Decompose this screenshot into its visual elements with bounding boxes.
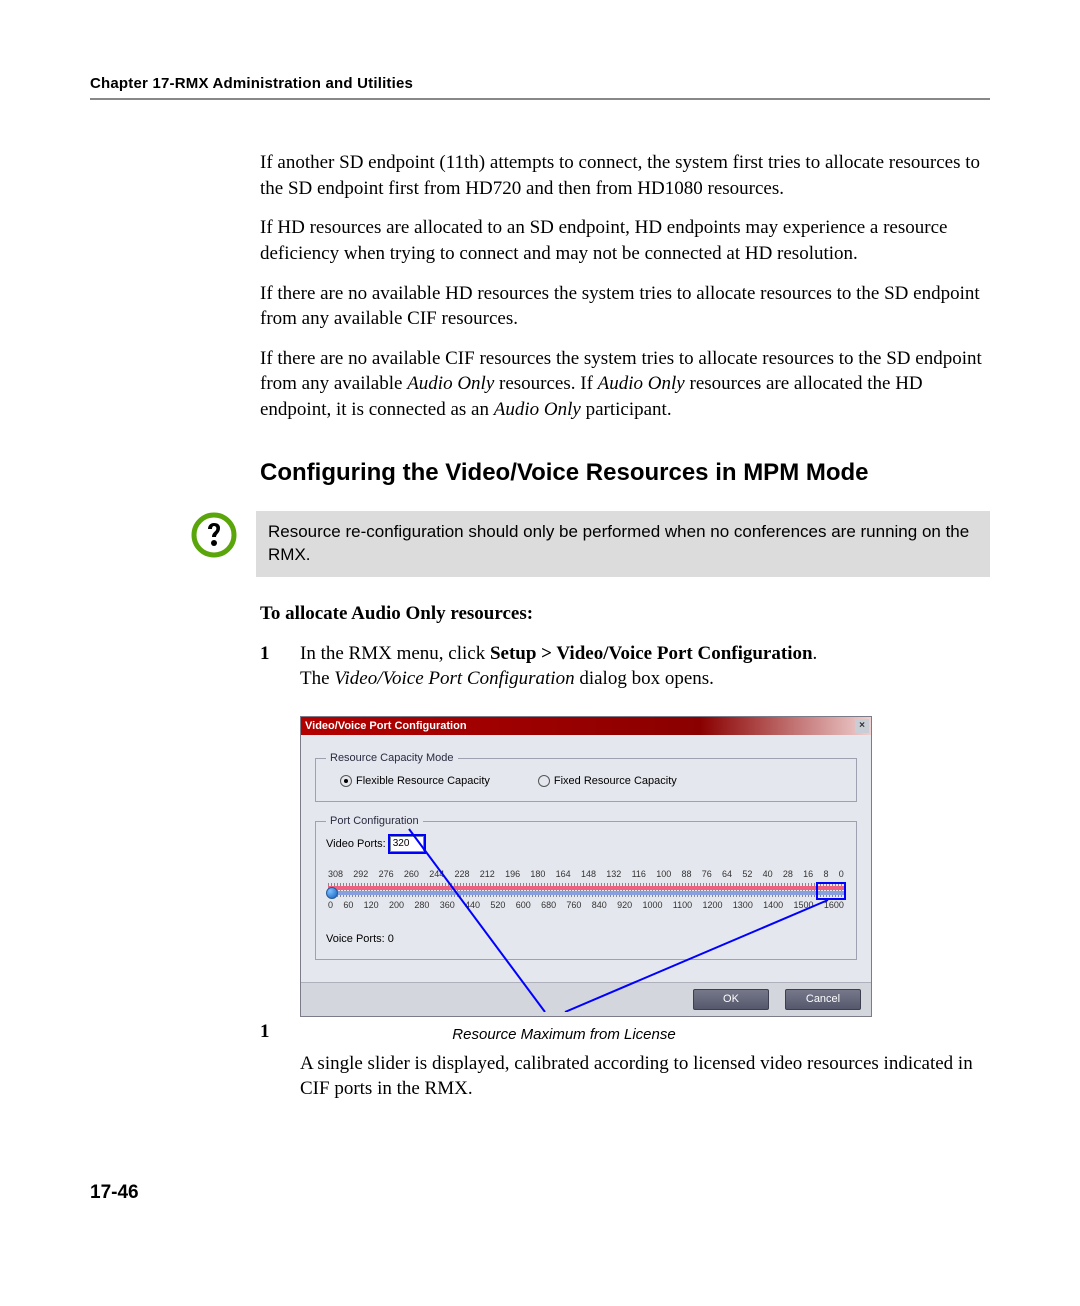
dialog-footer: OK Cancel: [301, 982, 871, 1016]
paragraph-2: If HD resources are allocated to an SD e…: [260, 215, 990, 266]
close-icon[interactable]: ×: [855, 719, 869, 733]
step1-f: dialog box opens.: [575, 668, 714, 689]
dialog: Video/Voice Port Configuration × Resourc…: [300, 716, 872, 1017]
video-ports-input[interactable]: 320: [390, 836, 424, 852]
paragraph-4: If there are no available CIF resources …: [260, 346, 990, 423]
step1-a: In the RMX menu, click: [300, 643, 490, 664]
step-1: 1 In the RMX menu, click Setup > Video/V…: [260, 641, 990, 692]
section-heading: Configuring the Video/Voice Resources in…: [260, 457, 990, 489]
step1-d: The: [300, 668, 334, 689]
radio-dot-icon: [538, 775, 550, 787]
paragraph-1: If another SD endpoint (11th) attempts t…: [260, 150, 990, 201]
page: Chapter 17-RMX Administration and Utilit…: [0, 0, 1080, 1264]
p4-text-g: participant.: [581, 399, 672, 420]
header-rule: [90, 98, 990, 100]
note-row: Resource re-configuration should only be…: [190, 511, 990, 577]
video-ports-row: Video Ports: 320: [326, 836, 846, 852]
p4-text-c: resources. If: [494, 373, 597, 394]
running-header: Chapter 17-RMX Administration and Utilit…: [90, 75, 990, 92]
figure-caption: Resource Maximum from License: [338, 1025, 790, 1045]
figure-caption-row: 1 Resource Maximum from License: [260, 1019, 990, 1045]
dialog-titlebar: Video/Voice Port Configuration ×: [301, 717, 871, 735]
after-figure-paragraph: A single slider is displayed, calibrated…: [300, 1051, 990, 1102]
p4-italic-3: Audio Only: [494, 399, 581, 420]
fieldset-port-config: Port Configuration Video Ports: 320 3082…: [315, 814, 857, 961]
radio-fixed[interactable]: Fixed Resource Capacity: [538, 774, 677, 789]
video-ports-label: Video Ports:: [326, 837, 386, 852]
step-1-body: In the RMX menu, click Setup > Video/Voi…: [300, 641, 990, 692]
bar-blue: [328, 891, 844, 895]
step-1-number: 1: [260, 641, 280, 692]
radio-dot-selected-icon: [340, 775, 352, 787]
step1-dialog-name: Video/Voice Port Configuration: [334, 668, 574, 689]
ticks-top: 3082922762602442282121961801641481321161…: [328, 868, 844, 880]
fieldset-port-legend: Port Configuration: [326, 814, 423, 829]
note-icon: [190, 511, 238, 559]
callout-box-1600: [816, 882, 846, 900]
slider-scale: 3082922762602442282121961801641481321161…: [328, 868, 844, 914]
cancel-button[interactable]: Cancel: [785, 989, 861, 1010]
body-column: If another SD endpoint (11th) attempts t…: [260, 150, 990, 1102]
p4-italic-1: Audio Only: [407, 373, 494, 394]
slider-thumb[interactable]: [326, 887, 338, 899]
voice-ports-label: Voice Ports: 0: [326, 932, 846, 947]
step1-c: .: [813, 643, 818, 664]
radio-flexible-label: Flexible Resource Capacity: [356, 774, 490, 789]
radio-flexible[interactable]: Flexible Resource Capacity: [340, 774, 490, 789]
step1-menu-path: Setup > Video/Voice Port Configuration: [490, 643, 813, 664]
dialog-body: Resource Capacity Mode Flexible Resource…: [301, 735, 871, 982]
ok-button[interactable]: OK: [693, 989, 769, 1010]
figure-step-marker: 1: [260, 1019, 280, 1045]
figure-wrap: Video/Voice Port Configuration × Resourc…: [260, 716, 990, 1045]
page-number: 17-46: [90, 1182, 990, 1204]
ticks-bottom: 0601202002803604405206006807608409201000…: [328, 899, 844, 911]
dialog-title-text: Video/Voice Port Configuration: [305, 719, 467, 734]
radio-fixed-label: Fixed Resource Capacity: [554, 774, 677, 789]
p4-italic-2: Audio Only: [598, 373, 685, 394]
procedure-intro: To allocate Audio Only resources:: [260, 601, 990, 627]
slider-track[interactable]: [328, 883, 844, 897]
bar-red: [328, 886, 844, 890]
paragraph-3: If there are no available HD resources t…: [260, 281, 990, 332]
fieldset-capacity-mode: Resource Capacity Mode Flexible Resource…: [315, 751, 857, 802]
note-box: Resource re-configuration should only be…: [256, 511, 990, 577]
fieldset-capacity-legend: Resource Capacity Mode: [326, 751, 458, 766]
